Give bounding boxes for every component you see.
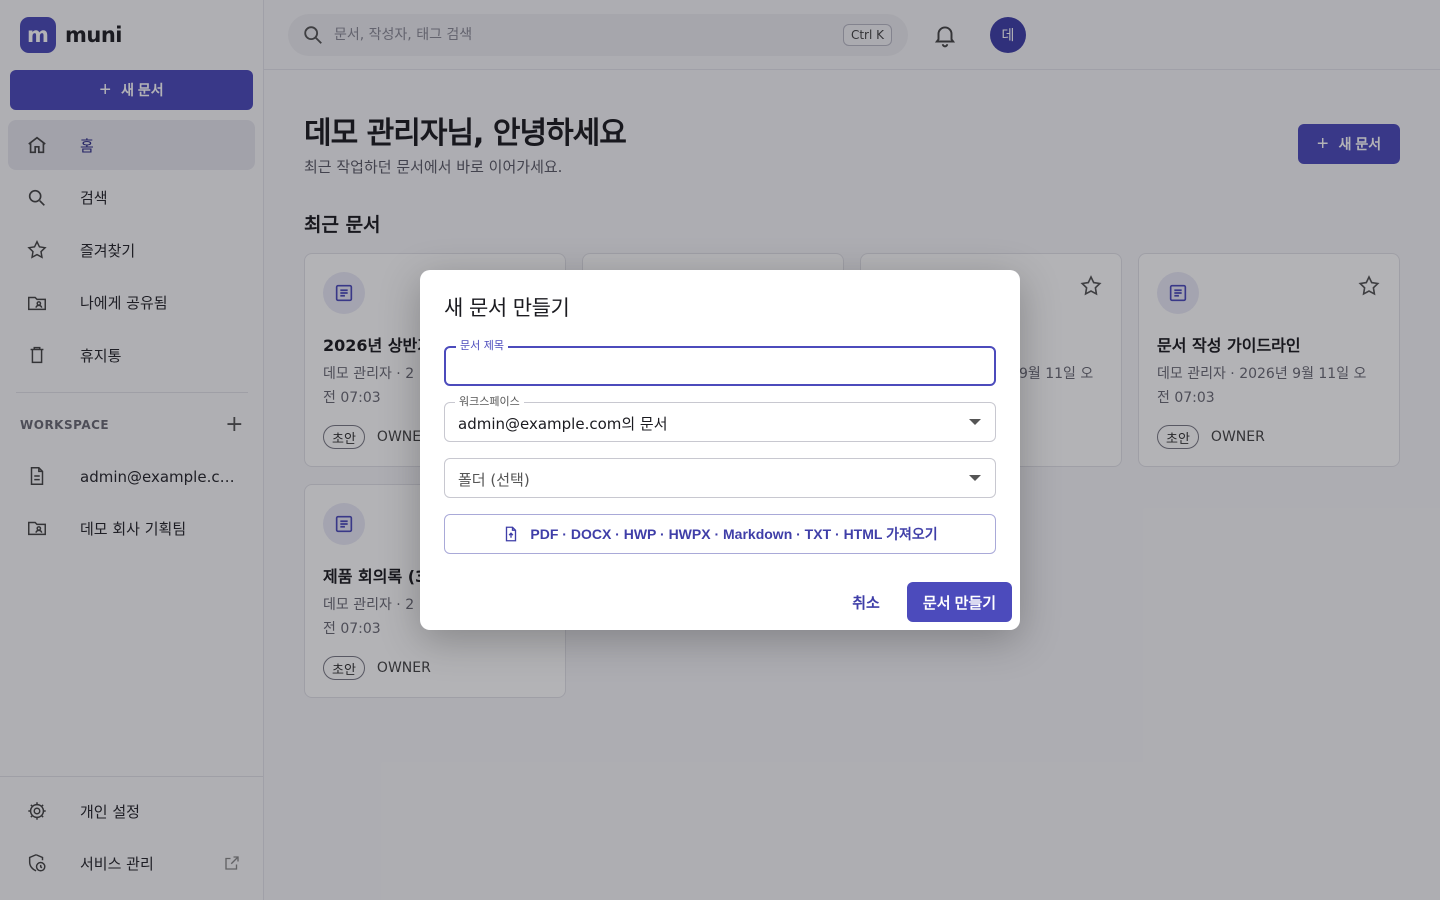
workspace-select-value: admin@example.com의 문서: [458, 415, 668, 433]
folder-select-placeholder: 폴더 (선택): [458, 471, 530, 489]
file-upload-icon: [506, 526, 517, 542]
chevron-down-icon: [969, 475, 981, 481]
import-file-button[interactable]: PDF · DOCX · HWP · HWPX · Markdown · TXT…: [444, 514, 996, 554]
chevron-down-icon: [969, 419, 981, 425]
dialog-title: 새 문서 만들기: [444, 296, 570, 320]
document-title-label: 문서 제목: [456, 339, 508, 353]
import-file-label: PDF · DOCX · HWP · HWPX · Markdown · TXT…: [530, 526, 938, 542]
document-title-field[interactable]: 문서 제목: [444, 339, 996, 386]
create-document-button[interactable]: 문서 만들기: [907, 582, 1012, 622]
new-document-dialog: 새 문서 만들기 문서 제목 워크스페이스 admin@example.com의…: [420, 270, 1020, 630]
workspace-select-label: 워크스페이스: [455, 395, 524, 409]
document-title-input[interactable]: [458, 356, 978, 374]
workspace-select[interactable]: 워크스페이스 admin@example.com의 문서: [444, 395, 996, 442]
folder-select[interactable]: 폴더 (선택): [444, 458, 996, 498]
cancel-button[interactable]: 취소: [840, 582, 892, 622]
